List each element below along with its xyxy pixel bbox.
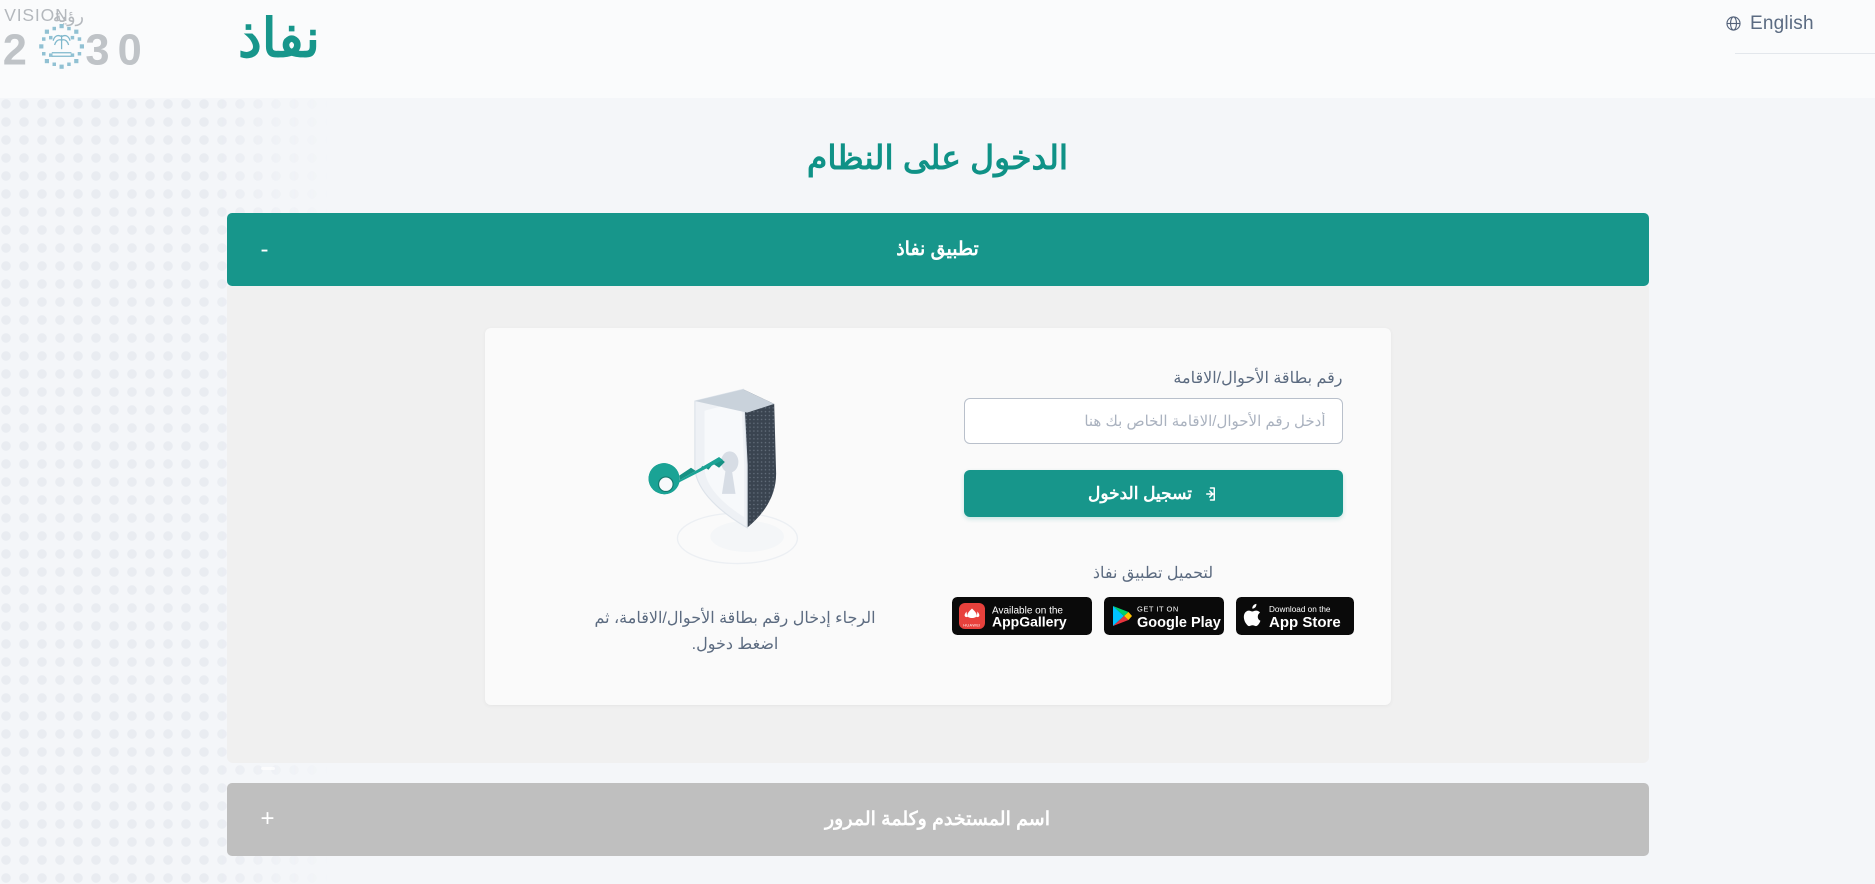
- brand-logos: VISION رؤية 2 3 0 نفاذ: [0, 0, 391, 74]
- store-badges: HUAWEI Available on the AppGallery GET I…: [952, 597, 1354, 635]
- nafath-logo: نفاذ: [205, 3, 353, 73]
- national-id-label: رقم بطاقة الأحوال/الاقامة: [1173, 370, 1343, 387]
- login-arrow-icon: [1200, 485, 1218, 503]
- svg-text:HUAWEI: HUAWEI: [963, 624, 980, 628]
- svg-text:Google Play: Google Play: [1137, 615, 1221, 631]
- svg-text:0: 0: [118, 27, 142, 74]
- main-content: الدخول على النظام تطبيق نفاذ - رقم بطاقة…: [0, 98, 1875, 856]
- language-switcher: English: [1675, 10, 1875, 54]
- globe-icon: [1725, 15, 1742, 32]
- login-submit-label: تسجيل الدخول: [1087, 483, 1193, 503]
- login-submit-button[interactable]: تسجيل الدخول: [963, 470, 1343, 517]
- accordion-gap: [227, 763, 1649, 783]
- accordion-ghost-dash: [260, 766, 275, 770]
- top-bar: English VISION رؤية 2 3 0 نفاذ: [0, 0, 1875, 98]
- svg-text:AppGallery: AppGallery: [992, 614, 1067, 630]
- illustration-column: الرجاء إدخال رقم بطاقة الأحوال/الاقامة، …: [533, 368, 938, 659]
- login-page: English VISION رؤية 2 3 0 نفاذ الدخول عل…: [0, 0, 1875, 884]
- svg-text:3: 3: [85, 27, 109, 74]
- login-hint-text: الرجاء إدخال رقم بطاقة الأحوال/الاقامة، …: [594, 610, 876, 654]
- appgallery-badge[interactable]: HUAWEI Available on the AppGallery: [952, 597, 1092, 635]
- national-id-input[interactable]: [963, 398, 1343, 444]
- svg-text:2: 2: [3, 27, 27, 74]
- svg-text:GET IT ON: GET IT ON: [1137, 605, 1179, 614]
- page-title: الدخول على النظام: [806, 139, 1069, 176]
- accordion-group: تطبيق نفاذ - رقم بطاقة الأحوال/الاقامة أ…: [226, 213, 1649, 856]
- language-button[interactable]: English: [1723, 10, 1816, 43]
- vision-2030-logo: VISION رؤية 2 3 0: [0, 2, 175, 74]
- app-store-badge[interactable]: Download on the App Store: [1236, 597, 1354, 635]
- accordion-title-nafath-app: تطبيق نفاذ: [896, 239, 979, 260]
- shield-key-illustration: [628, 372, 843, 580]
- accordion-title-username-password: اسم المستخدم وكلمة المرور: [825, 808, 1050, 830]
- svg-text:App Store: App Store: [1269, 614, 1341, 631]
- svg-text:Download on the: Download on the: [1269, 605, 1331, 614]
- svg-text:رؤية: رؤية: [53, 6, 84, 27]
- accordion-header-nafath-app[interactable]: تطبيق نفاذ -: [226, 213, 1649, 286]
- language-divider: [1735, 53, 1875, 54]
- collapse-minus-icon[interactable]: -: [261, 237, 269, 262]
- svg-text:نفاذ: نفاذ: [238, 9, 320, 68]
- accordion-header-username-password[interactable]: اسم المستخدم وكلمة المرور +: [226, 766, 1649, 856]
- download-app-title: لتحميل تطبيق نفاذ: [1092, 565, 1214, 582]
- expand-plus-icon[interactable]: +: [261, 807, 275, 831]
- login-form: رقم بطاقة الأحوال/الاقامة تسجيل الدخو: [938, 368, 1354, 659]
- login-card: رقم بطاقة الأحوال/الاقامة تسجيل الدخو: [484, 328, 1391, 705]
- language-label: English: [1750, 13, 1814, 34]
- google-play-badge[interactable]: GET IT ON Google Play: [1104, 597, 1224, 635]
- accordion-panel-nafath-app: رقم بطاقة الأحوال/الاقامة تسجيل الدخو: [226, 286, 1649, 763]
